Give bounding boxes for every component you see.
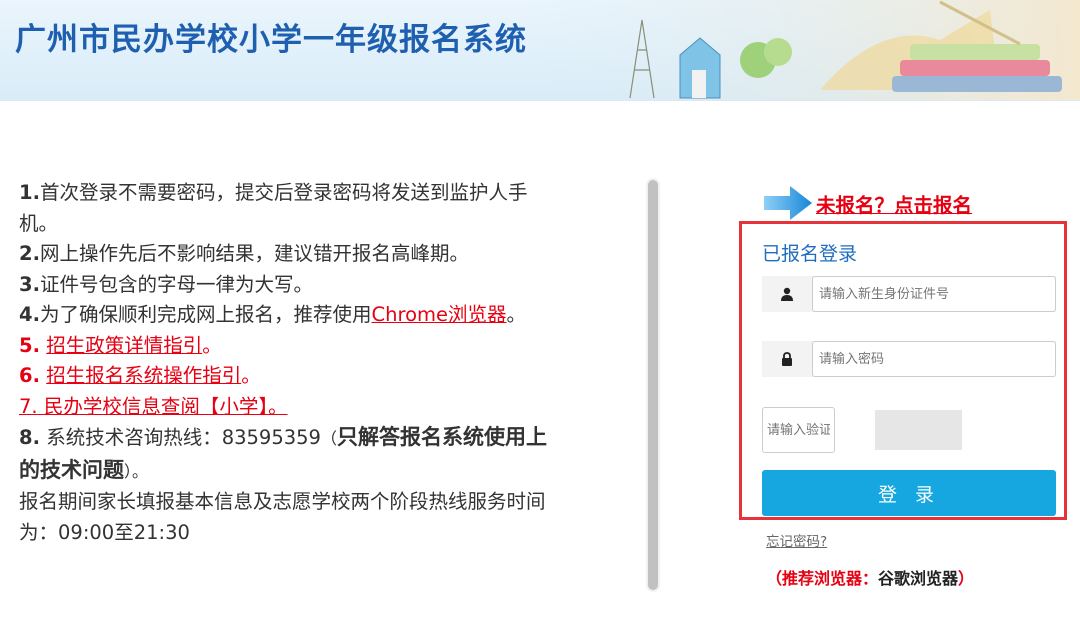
id-number-field	[762, 276, 1056, 312]
register-link[interactable]: 未报名？点击报名	[816, 189, 972, 218]
login-button[interactable]: 登 录	[762, 470, 1056, 516]
arrow-right-icon	[764, 186, 812, 220]
header-banner: 广州市民办学校小学一年级报名系统	[0, 0, 1080, 101]
browser-recommendation: （推荐浏览器：谷歌浏览器）	[766, 569, 975, 588]
password-input[interactable]	[812, 341, 1056, 377]
notice-item-9: 报名期间家长填报基本信息及志愿学校两个阶段热线服务时间为：09:00至21:30	[19, 490, 546, 544]
notice-item-2: 2.网上操作先后不影响结果，建议错开报名高峰期。	[19, 242, 469, 265]
notice-item-3: 3.证件号包含的字母一律为大写。	[19, 272, 313, 296]
user-icon	[762, 276, 812, 312]
lock-icon	[762, 341, 812, 377]
login-panel: 已报名登录 登 录	[739, 221, 1067, 520]
banner-illustration	[520, 0, 1080, 100]
school-info-link[interactable]: 7. 民办学校信息查阅【小学】。	[19, 395, 288, 418]
notice-list: 1.首次登录不需要密码，提交后登录密码将发送到监护人手机。 2.网上操作先后不影…	[19, 178, 549, 548]
id-number-input[interactable]	[812, 276, 1056, 312]
notice-item-7: 7. 民办学校信息查阅【小学】。	[19, 392, 549, 423]
policy-guide-link[interactable]: 招生政策详情指引	[46, 334, 202, 357]
notice-item-6: 6. 招生报名系统操作指引。	[19, 364, 261, 387]
password-field	[762, 341, 1056, 377]
captcha-image[interactable]	[875, 410, 962, 450]
login-title: 已报名登录	[762, 243, 858, 265]
scrollbar-thumb[interactable]	[648, 180, 658, 590]
forgot-password-link[interactable]: 忘记密码?	[766, 530, 827, 550]
captcha-input[interactable]	[762, 407, 835, 453]
chrome-browser-link[interactable]: Chrome浏览器	[372, 303, 507, 326]
notice-item-4: 4.为了确保顺利完成网上报名，推荐使用Chrome浏览器。	[19, 303, 527, 326]
system-guide-link[interactable]: 招生报名系统操作指引	[46, 364, 241, 387]
notice-item-1: 1.首次登录不需要密码，提交后登录密码将发送到监护人手机。	[19, 181, 528, 235]
notice-item-5: 5. 招生政策详情指引。	[19, 333, 222, 357]
notice-item-8: 8. 系统技术咨询热线：83595359（只解答报名系统使用上的技术问题）。	[19, 425, 547, 482]
page-title: 广州市民办学校小学一年级报名系统	[15, 22, 527, 58]
notice-scrollbar[interactable]	[646, 178, 660, 592]
